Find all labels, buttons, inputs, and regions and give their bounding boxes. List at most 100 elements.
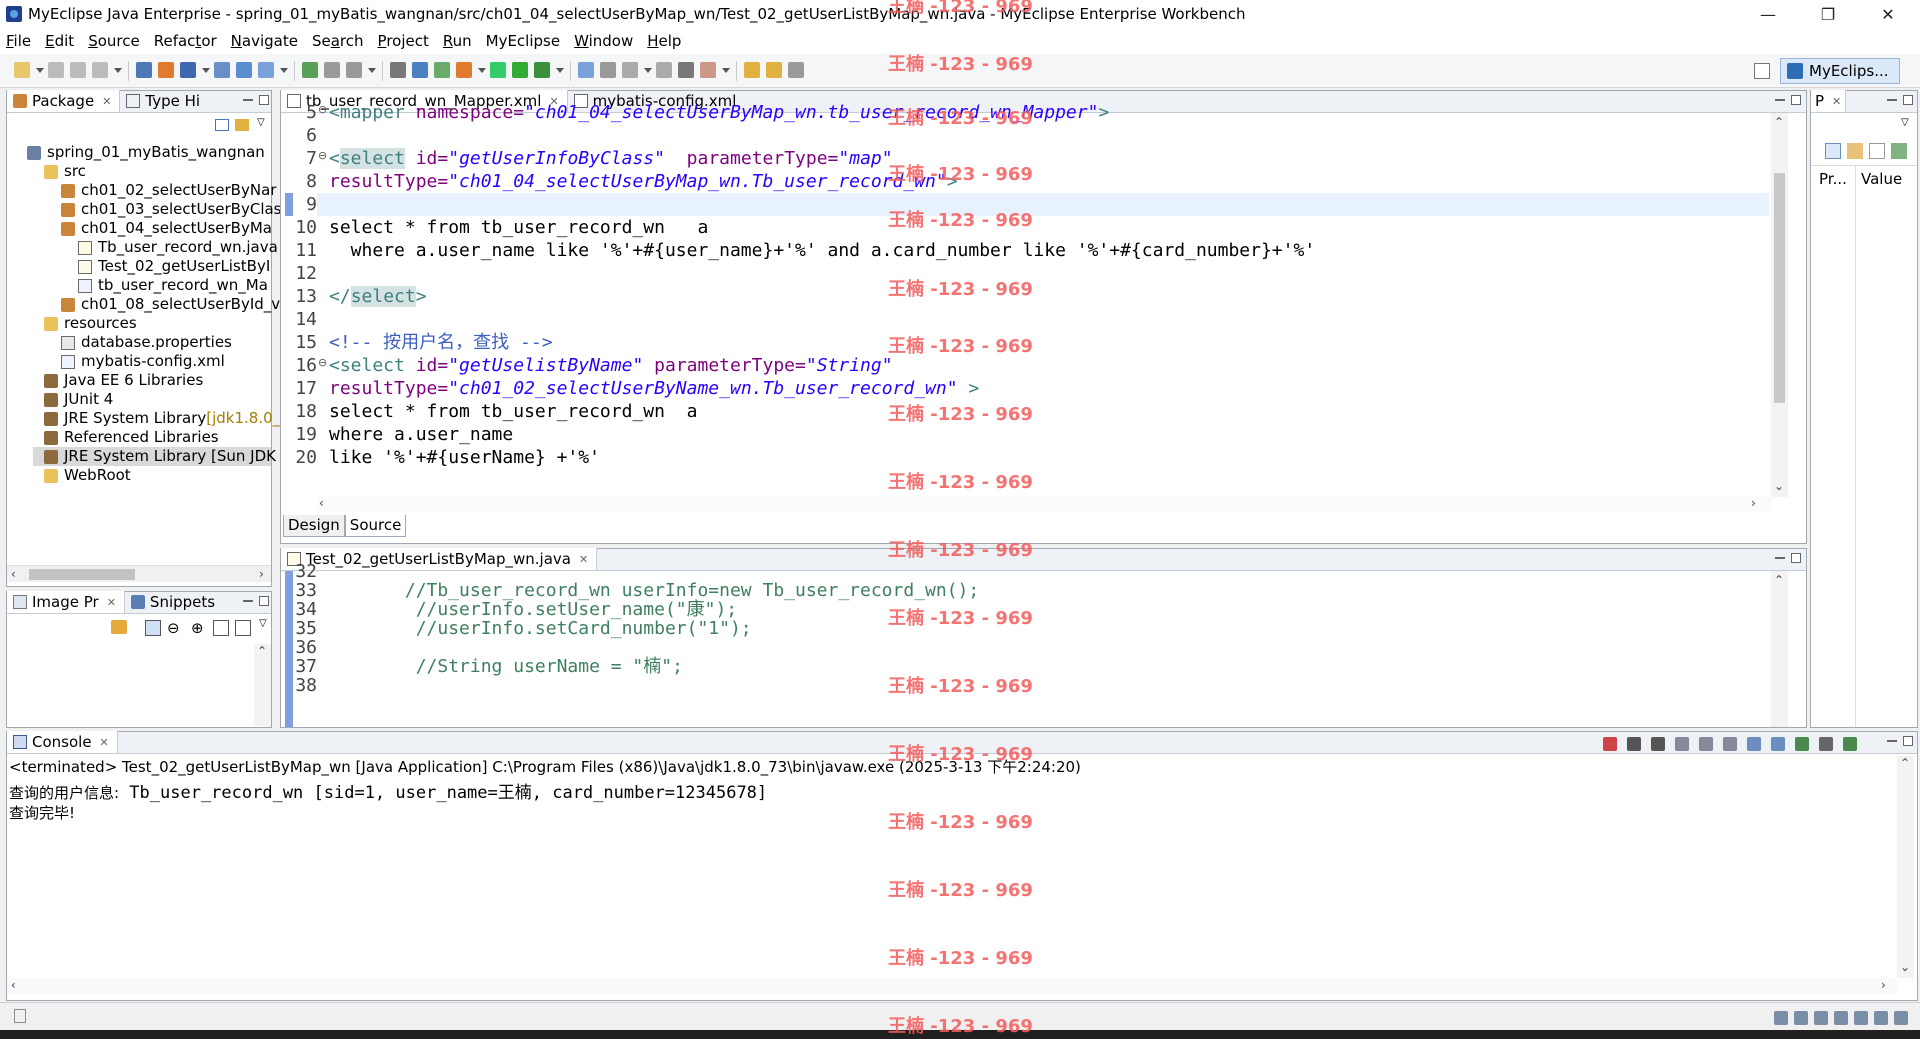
package-explorer-hscrollbar[interactable]: ‹ › [7,565,271,582]
chevron-down-icon[interactable] [556,68,564,73]
fit-image-icon[interactable] [145,620,161,636]
scroll-left-icon[interactable]: ‹ [319,496,324,510]
tree-item[interactable]: ch01_02_selectUserByNar [61,181,276,200]
chevron-down-icon[interactable] [114,68,122,73]
maximize-view-icon[interactable] [1791,553,1801,563]
tab-console[interactable]: Console ✕ [7,731,118,753]
new-package-icon[interactable] [158,62,174,78]
external-tools-icon[interactable] [456,62,472,78]
scroll-up-icon[interactable]: ⌃ [1774,573,1784,587]
globe-icon[interactable] [258,62,274,78]
menu-item-Project[interactable]: Project [378,32,429,50]
chevron-down-icon[interactable] [202,68,210,73]
minimize-view-icon[interactable] [1887,99,1897,101]
scroll-up-icon[interactable]: ⌃ [1774,115,1784,129]
minimize-view-icon[interactable] [1775,99,1785,101]
save-all-icon[interactable] [70,62,86,78]
tree-item[interactable]: spring_01_myBatis_wangnan [27,143,265,162]
view-menu-chevron-down-icon[interactable]: ▽ [257,117,265,128]
menu-item-MyEclipse[interactable]: MyEclipse [486,32,560,50]
menu-item-Navigate[interactable]: Navigate [231,32,298,50]
db-icon[interactable] [744,62,760,78]
minimize-view-icon[interactable] [243,99,253,101]
close-icon[interactable]: ✕ [107,596,116,609]
tab-type-hierarchy[interactable]: Type Hi [120,90,208,112]
scroll-right-icon[interactable]: › [259,567,264,581]
fold-toggle-icon[interactable]: ⊖ [318,149,327,162]
perspective-button[interactable]: MyEclips... [1780,58,1900,84]
zoom-in-icon[interactable]: ⊕ [191,619,204,637]
maximize-view-icon[interactable] [259,95,269,105]
close-icon[interactable]: ✕ [102,95,111,108]
close-icon[interactable]: ✕ [579,553,588,566]
save-icon[interactable] [48,62,64,78]
menu-item-Run[interactable]: Run [443,32,472,50]
menu-item-File[interactable]: File [6,32,31,50]
server-icon[interactable] [512,62,528,78]
categories-icon[interactable] [1825,143,1841,159]
progress-icon[interactable] [1794,1011,1808,1025]
scroll-down-icon[interactable]: ⌄ [1900,960,1910,974]
tree-item[interactable]: resources [44,314,137,333]
open-console-icon[interactable] [1843,737,1857,751]
fit-window-icon[interactable] [235,620,251,636]
coverage-icon[interactable] [490,62,506,78]
scroll-down-icon[interactable]: ⌄ [1774,479,1784,493]
users-icon[interactable] [1854,1011,1868,1025]
search-icon[interactable] [236,62,252,78]
collapse-all-icon[interactable] [215,119,229,131]
minimize-view-icon[interactable] [1775,557,1785,559]
run-last-icon[interactable] [434,62,450,78]
zoom-out-icon[interactable]: ⊖ [167,619,180,637]
tree-item[interactable]: mybatis-config.xml [61,352,225,371]
restore-button[interactable]: ❐ [1800,0,1856,28]
terminate-icon[interactable] [1603,737,1617,751]
last-edit-icon[interactable] [656,62,672,78]
menu-item-Window[interactable]: Window [574,32,633,50]
restore-default-icon[interactable] [1891,143,1907,159]
pin-console-icon[interactable] [1795,737,1809,751]
editor-hscrollbar[interactable]: ‹ › [317,496,1771,511]
fold-toggle-icon[interactable]: ⊖ [318,103,327,116]
scroll-up-icon[interactable]: ⌃ [257,644,267,658]
advanced-icon[interactable] [1869,143,1885,159]
maximize-view-icon[interactable] [259,596,269,606]
tab-test-java[interactable]: Test_02_getUserListByMap_wn.java ✕ [281,548,598,570]
chevron-down-icon[interactable] [36,68,44,73]
tree-item[interactable]: tb_user_record_wn_Ma [78,276,268,295]
new-project-icon[interactable] [136,62,152,78]
view-menu-chevron-down-icon[interactable]: ▽ [259,618,267,629]
scroll-right-icon[interactable]: › [1881,978,1886,992]
browser-icon[interactable] [578,62,594,78]
tree-item[interactable]: ch01_04_selectUserByMa [61,219,272,238]
debug-icon[interactable] [390,62,406,78]
tree-item[interactable]: src [44,162,86,181]
minimize-view-icon[interactable] [243,600,253,602]
prev-annotation-icon[interactable] [622,62,638,78]
refresh-icon[interactable] [111,620,127,634]
fold-toggle-icon[interactable]: ⊖ [318,356,327,369]
image-preview-vscrollbar[interactable]: ⌃ [254,644,271,726]
run-icon[interactable] [412,62,428,78]
back-history-icon[interactable] [302,62,318,78]
open-perspective-icon[interactable] [1754,63,1770,79]
menu-item-Edit[interactable]: Edit [45,32,74,50]
chevron-down-icon[interactable] [280,68,288,73]
mail-icon[interactable] [1814,1011,1828,1025]
tree-item[interactable]: Test_02_getUserListByI [78,257,270,276]
tab-image-preview[interactable]: Image Pr ✕ [7,591,125,613]
actual-size-icon[interactable] [213,620,229,636]
open-console-icon[interactable] [346,62,362,78]
tree-item[interactable]: JRE System Library [jdk1.8.0_ [44,409,280,428]
word-wrap-icon[interactable] [1723,737,1737,751]
editor-vscrollbar[interactable]: ⌃ ⌄ [1771,113,1788,497]
menu-item-Help[interactable]: Help [647,32,681,50]
tree-item[interactable]: database.properties [61,333,232,352]
console-vscrollbar[interactable]: ⌃ ⌄ [1897,756,1914,978]
nav-forward-icon[interactable] [700,62,716,78]
tree-item[interactable]: WebRoot [44,466,131,485]
task-icon[interactable] [1774,1011,1788,1025]
tab-source[interactable]: Source [344,515,407,537]
deploy-icon[interactable] [534,62,550,78]
show-on-error-icon[interactable] [1771,737,1785,751]
